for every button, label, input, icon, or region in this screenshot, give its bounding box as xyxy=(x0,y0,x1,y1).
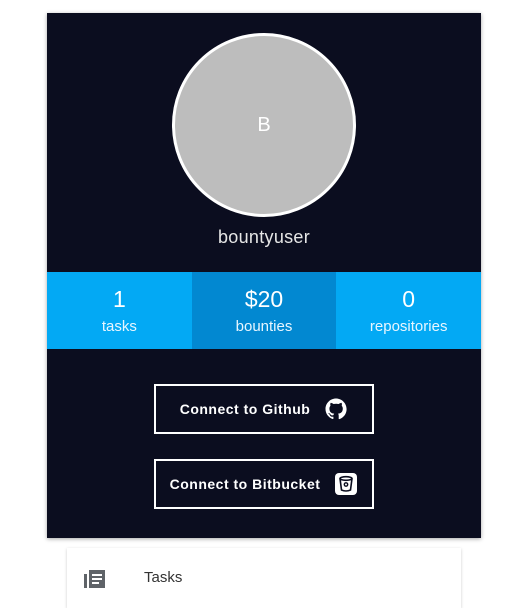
stat-bounties-value: $20 xyxy=(244,285,284,312)
menu-card: Tasks xyxy=(67,548,461,608)
menu-item-tasks-label: Tasks xyxy=(144,569,183,586)
avatar-initial: B xyxy=(257,113,271,136)
stat-repositories-value: 0 xyxy=(402,285,416,312)
connect-bitbucket-button[interactable]: Connect to Bitbucket xyxy=(154,459,374,509)
connect-github-label: Connect to Github xyxy=(179,401,311,417)
stat-tasks-label: tasks xyxy=(101,317,137,335)
stat-tasks-value: 1 xyxy=(112,285,126,312)
connect-bitbucket-label: Connect to Bitbucket xyxy=(169,476,321,492)
username: bountyuser xyxy=(217,227,311,247)
profile-card: B bountyuser 1 tasks $20 bounties 0 repo… xyxy=(47,13,482,538)
stat-repositories-label: repositories xyxy=(369,317,448,335)
stat-bounties[interactable]: $20 bounties xyxy=(191,272,337,349)
avatar[interactable]: B xyxy=(172,33,356,217)
stat-repositories[interactable]: 0 repositories xyxy=(336,272,482,349)
stat-tasks[interactable]: 1 tasks xyxy=(47,272,192,349)
bitbucket-icon xyxy=(334,472,358,496)
github-icon xyxy=(324,397,348,421)
list-icon xyxy=(84,568,106,590)
stats-bar: 1 tasks $20 bounties 0 repositories xyxy=(47,272,482,349)
menu-item-tasks[interactable]: Tasks xyxy=(67,548,461,608)
connect-github-button[interactable]: Connect to Github xyxy=(154,384,374,434)
stat-bounties-label: bounties xyxy=(235,317,293,335)
